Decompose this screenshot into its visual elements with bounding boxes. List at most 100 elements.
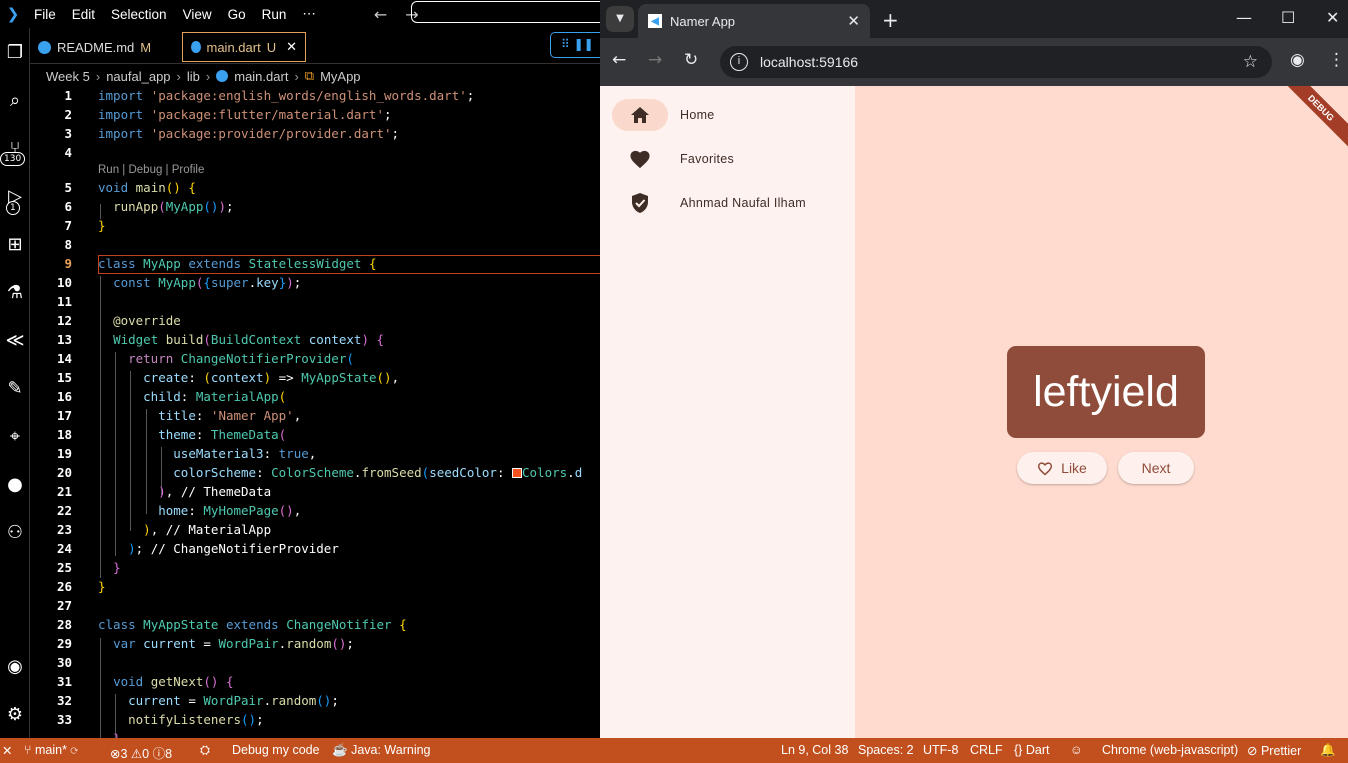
- like-button[interactable]: Like: [1017, 452, 1107, 484]
- dart-file-icon: [191, 41, 201, 53]
- back-arrow-icon[interactable]: ←: [374, 5, 387, 24]
- debug-badge: 1: [6, 201, 20, 215]
- close-icon[interactable]: ✕: [286, 39, 297, 55]
- pencil-icon[interactable]: ✎: [0, 368, 30, 408]
- command-center-search[interactable]: [411, 1, 611, 23]
- code-line: return ChangeNotifierProvider(: [128, 351, 354, 366]
- prettier-status[interactable]: ⊘ Prettier: [1247, 743, 1301, 758]
- cursor-position[interactable]: Ln 9, Col 38: [781, 743, 848, 757]
- indentation-status[interactable]: Spaces: 2: [858, 743, 914, 757]
- debug-banner: DEBUG: [1276, 86, 1348, 153]
- dart-file-icon: [216, 70, 229, 82]
- breadcrumb-item[interactable]: lib: [187, 69, 200, 84]
- line-number: 14: [56, 351, 72, 366]
- line-number: 3: [64, 126, 72, 141]
- line-number: 15: [56, 370, 72, 385]
- github-icon[interactable]: ●: [0, 464, 30, 504]
- branch-name: main*: [35, 743, 67, 757]
- site-info-icon[interactable]: i: [730, 53, 748, 71]
- close-tab-icon[interactable]: ✕: [847, 12, 860, 30]
- line-number: 1: [64, 88, 72, 103]
- code-line: home: MyHomePage(),: [158, 503, 302, 518]
- heart-outline-icon: [1038, 461, 1053, 476]
- testing-icon[interactable]: ⚗: [0, 272, 30, 312]
- code-lens[interactable]: Run | Debug | Profile: [98, 164, 204, 176]
- debug-config-status[interactable]: Debug my code: [232, 743, 320, 757]
- git-untracked-mark: U: [266, 39, 277, 55]
- device-status[interactable]: Chrome (web-javascript): [1102, 743, 1238, 757]
- flutter-icon[interactable]: ≪: [0, 320, 30, 360]
- nav-destination-favorites[interactable]: Favorites: [612, 141, 855, 177]
- menu-edit[interactable]: Edit: [64, 7, 103, 22]
- line-number: 12: [56, 313, 72, 328]
- profile-icon[interactable]: ◉: [1290, 50, 1305, 70]
- next-label: Next: [1141, 460, 1171, 476]
- branch-status[interactable]: ⑂ main* ⟳: [24, 743, 78, 757]
- info-count: 8: [165, 747, 173, 761]
- menu-view[interactable]: View: [175, 7, 220, 22]
- language-label: Dart: [1025, 743, 1050, 757]
- line-number: 25: [56, 560, 72, 575]
- code-line: useMaterial3: true,: [173, 446, 317, 461]
- menu-more[interactable]: ⋯: [294, 6, 324, 22]
- eol-status[interactable]: CRLF: [970, 743, 1003, 757]
- remote-icon[interactable]: ✕: [2, 743, 12, 758]
- breadcrumb-item[interactable]: naufal_app: [106, 69, 170, 84]
- tab-readme[interactable]: README.md M: [30, 32, 180, 62]
- debug-icon[interactable]: ⛭: [200, 743, 210, 758]
- prettier-label: Prettier: [1260, 744, 1302, 758]
- forward-icon[interactable]: →: [648, 50, 662, 70]
- address-bar[interactable]: i localhost:59166 ☆: [720, 46, 1272, 78]
- breadcrumb-item[interactable]: main.dart: [234, 69, 288, 84]
- word-pair-text: leftyield: [1033, 367, 1179, 416]
- search-icon[interactable]: ⌕: [0, 80, 30, 120]
- code-editor[interactable]: 1 2 3 4 5 6 7 8 9 10 11 12 13 14 15 16 1…: [30, 86, 600, 738]
- account-icon[interactable]: ◉: [0, 646, 30, 686]
- code-line: import 'package:english_words/english_wo…: [98, 88, 475, 103]
- code-line: current = WordPair.random();: [128, 693, 339, 708]
- explorer-icon[interactable]: ❐: [0, 32, 30, 72]
- code-line: import 'package:provider/provider.dart';: [98, 126, 400, 141]
- live-share-icon[interactable]: ⚇: [0, 512, 30, 552]
- new-tab-icon[interactable]: +: [882, 8, 899, 32]
- language-status[interactable]: {} Dart: [1014, 743, 1049, 757]
- minimize-icon[interactable]: —: [1236, 8, 1252, 27]
- java-status[interactable]: ☕ Java: Warning: [332, 743, 431, 758]
- nav-destination-home[interactable]: Home: [612, 97, 855, 133]
- menu-file[interactable]: File: [26, 7, 64, 22]
- chrome-menu-icon[interactable]: ⋮: [1328, 50, 1345, 70]
- menu-go[interactable]: Go: [220, 7, 254, 22]
- back-icon[interactable]: ←: [612, 50, 626, 70]
- nav-destination-profile[interactable]: Ahnmad Naufal Ilham: [612, 185, 855, 221]
- copilot-icon[interactable]: ☺: [1070, 743, 1083, 757]
- menu-run[interactable]: Run: [254, 7, 295, 22]
- line-number: 4: [64, 145, 72, 160]
- tab-label: README.md: [57, 39, 135, 55]
- nav-label: Ahnmad Naufal Ilham: [680, 196, 806, 210]
- notifications-bell-icon[interactable]: 🔔: [1320, 743, 1336, 758]
- remote-explorer-icon[interactable]: ⌖: [0, 416, 30, 456]
- reload-icon[interactable]: ↻: [684, 50, 698, 70]
- maximize-icon[interactable]: ☐: [1281, 8, 1295, 27]
- flutter-favicon-icon: ◀: [648, 14, 662, 28]
- line-number: 28: [56, 617, 72, 632]
- problems-status[interactable]: ⊗3 ⚠0 ⓘ8: [110, 743, 172, 762]
- encoding-status[interactable]: UTF-8: [923, 743, 958, 757]
- menu-selection[interactable]: Selection: [103, 7, 175, 22]
- bookmark-star-icon[interactable]: ☆: [1243, 52, 1258, 72]
- breadcrumb-item[interactable]: MyApp: [320, 69, 360, 84]
- braces-icon: {}: [1014, 743, 1023, 757]
- browser-tab[interactable]: ◀ Namer App ✕: [638, 4, 870, 38]
- breadcrumb-item[interactable]: Week 5: [46, 69, 90, 84]
- next-button[interactable]: Next: [1118, 452, 1194, 484]
- code-line: @override: [113, 313, 181, 328]
- tab-main-dart[interactable]: main.dart U ✕: [182, 32, 306, 62]
- browser-tab-title: Namer App: [670, 13, 736, 29]
- branch-icon: ⑂: [24, 743, 32, 757]
- color-swatch[interactable]: [512, 468, 522, 478]
- code-line: void getNext() {: [113, 674, 234, 689]
- close-window-icon[interactable]: ✕: [1326, 8, 1339, 27]
- settings-gear-icon[interactable]: ⚙: [0, 694, 30, 734]
- extensions-icon[interactable]: ⊞: [0, 224, 30, 264]
- tab-search-dropdown-icon[interactable]: ▼: [606, 6, 634, 32]
